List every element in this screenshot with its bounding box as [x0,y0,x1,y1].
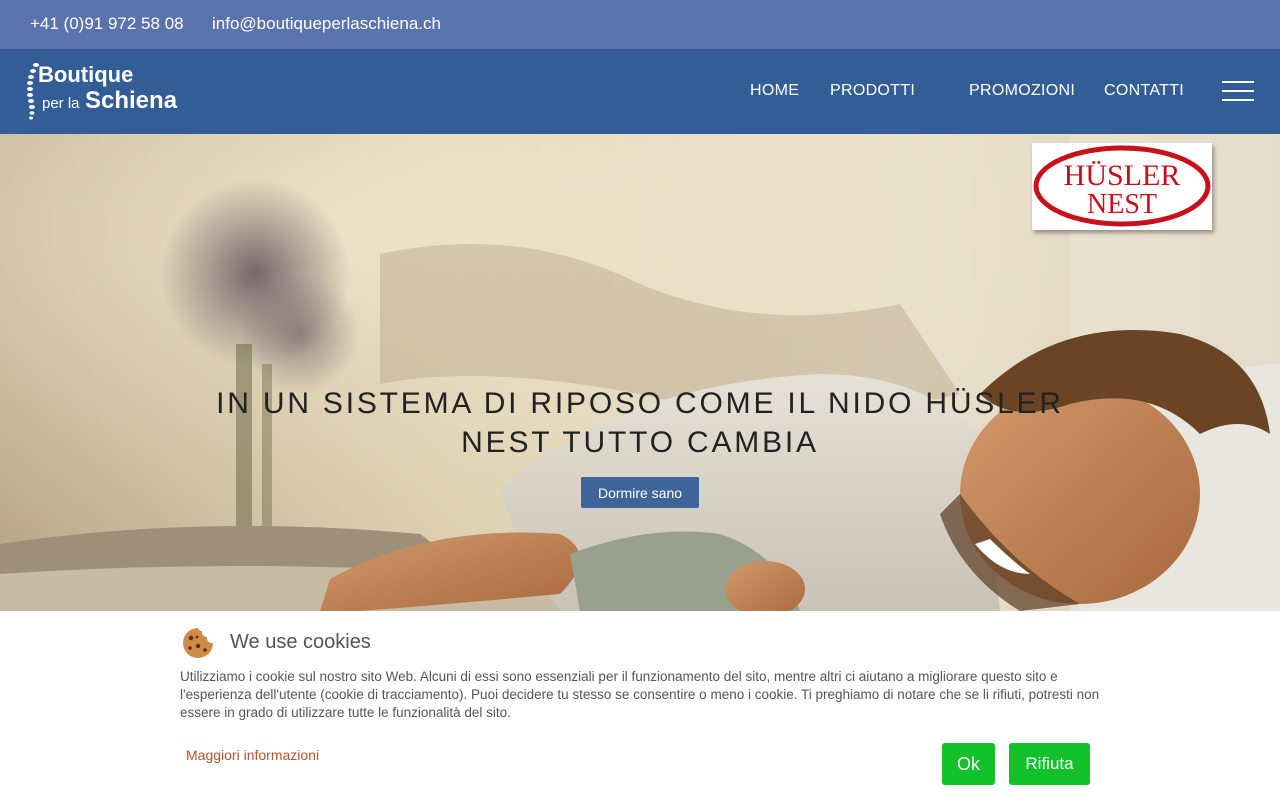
reject-cookies-button[interactable]: Rifiuta [1009,743,1090,785]
logo-text-perla: per la [42,95,80,112]
dormire-sano-button[interactable]: Dormire sano [581,477,699,508]
phone-link[interactable]: +41 (0)91 972 58 08 [30,14,184,34]
husler-nest-logo-art: HÜSLER NEST [1033,145,1211,227]
logo-text-schiena: Schiena [85,87,178,114]
hero-title: IN UN SISTEMA DI RIPOSO COME IL NIDO HÜS… [216,387,1064,459]
accept-cookies-button[interactable]: Ok [942,743,995,785]
badge-text-husler: HÜSLER [1064,159,1181,192]
hamburger-icon[interactable] [1222,81,1254,103]
nav-prodotti[interactable]: PRODOTTI [830,82,915,100]
badge-text-nest: NEST [1087,189,1157,220]
nav-promozioni[interactable]: PROMOZIONI [969,82,1075,100]
email-link[interactable]: info@boutiqueperlaschiena.ch [212,14,441,34]
husler-nest-logo[interactable]: HÜSLER NEST [1032,143,1212,230]
cookie-title: We use cookies [230,631,371,653]
more-info-link[interactable]: Maggiori informazioni [186,747,319,763]
cookie-icon [183,628,213,658]
cookie-banner: We use cookies Utilizziamo i cookie sul … [0,611,1280,800]
hero-banner: HÜSLER NEST IN UN SISTEMA DI RIPOSO COME… [0,134,1280,611]
site-logo[interactable]: Boutique per la Schiena [24,59,184,125]
nav-contatti[interactable]: CONTATTI [1104,82,1184,100]
logo-text-boutique: Boutique [38,62,133,87]
main-navbar: Boutique per la Schiena HOME PRODOTTI PR… [0,49,1280,134]
top-contact-bar: +41 (0)91 972 58 08 info@boutiqueperlasc… [0,0,1280,49]
cookie-description: Utilizziamo i cookie sul nostro sito Web… [180,669,1100,720]
nav-home[interactable]: HOME [750,82,799,100]
